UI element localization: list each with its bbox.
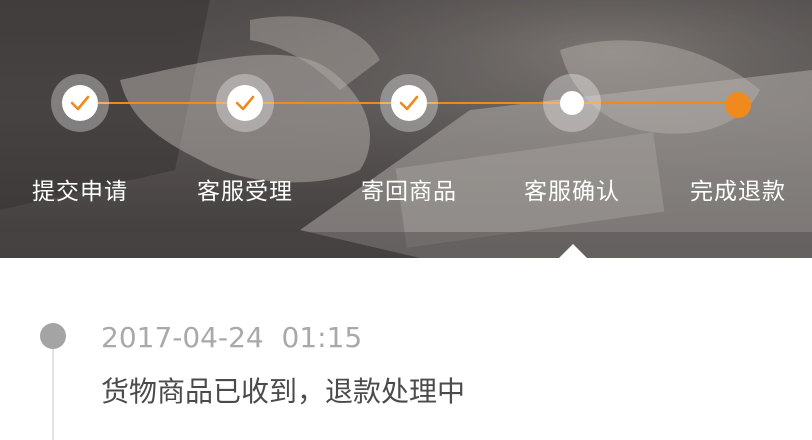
dot-icon xyxy=(560,91,584,115)
step-label-refund: 完成退款 xyxy=(690,179,786,205)
step-label-return: 寄回商品 xyxy=(361,179,457,205)
step-node-return xyxy=(380,74,438,132)
check-icon xyxy=(399,95,419,111)
step-node-confirm xyxy=(543,74,601,132)
step-label-submit: 提交申请 xyxy=(32,179,128,205)
log-entry-text: 货物商品已收到，退款处理中 xyxy=(101,375,466,408)
check-icon xyxy=(70,95,90,111)
log-entry-time: 2017-04-24 01:15 xyxy=(101,321,363,354)
step-node-refund xyxy=(725,92,751,118)
step-node-accept xyxy=(216,74,274,132)
step-node-submit xyxy=(51,74,109,132)
step-label-confirm: 客服确认 xyxy=(524,179,620,205)
timeline-line xyxy=(52,348,54,440)
check-icon xyxy=(235,95,255,111)
step-label-accept: 客服受理 xyxy=(197,179,293,205)
timeline-dot xyxy=(40,323,66,349)
current-step-pointer xyxy=(558,244,588,258)
refund-progress-header: 提交申请 客服受理 寄回商品 客服确认 完成退款 xyxy=(0,0,812,258)
